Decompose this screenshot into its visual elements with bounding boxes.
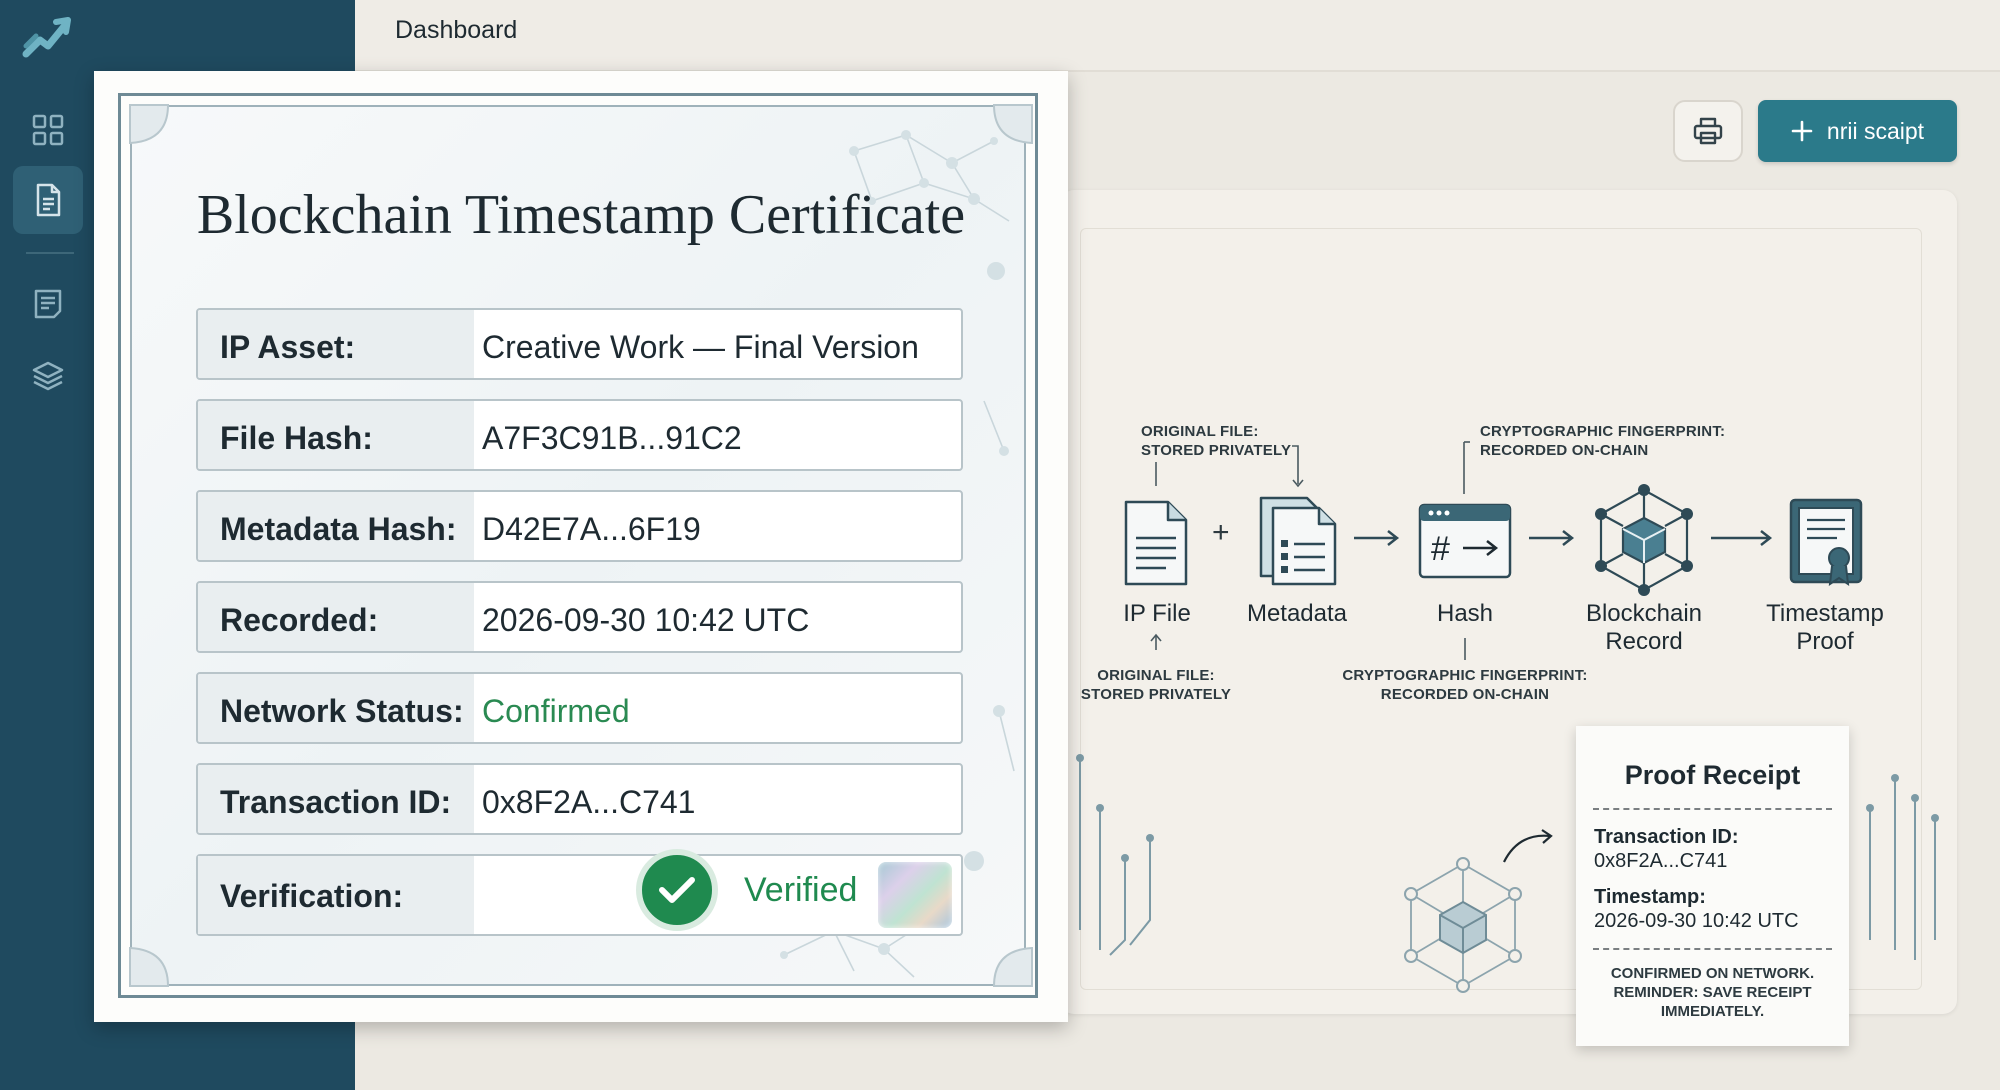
network-node-icon (1404, 857, 1522, 993)
cert-value[interactable]: A7F3C91B...91C2 (482, 420, 742, 457)
primary-action-label: nrii scaipt (1826, 117, 1925, 144)
cert-row-network-status: Network Status: Confirmed (196, 672, 963, 744)
page-title: Dashboard (395, 16, 518, 44)
hologram-seal-icon (878, 862, 952, 928)
receipt-title: Proof Receipt (1624, 760, 1801, 790)
cert-key-cell: File Hash: (198, 401, 474, 469)
primary-action-button[interactable]: nrii scaipt (1758, 100, 1957, 162)
certificate-icon (1789, 498, 1863, 587)
sidebar-divider (26, 252, 74, 254)
step-label-timestamp-proof: Timestamp Proof (1766, 600, 1884, 655)
cert-key-cell: Verification: (198, 856, 474, 934)
cert-row-metadata-hash: Metadata Hash: D42E7A...6F19 (196, 490, 963, 562)
cert-label: Recorded: (220, 602, 379, 638)
document-icon (36, 183, 61, 217)
receipt-timestamp-value: 2026-09-30 10:42 UTC (1594, 910, 1799, 932)
cert-key-cell: Metadata Hash: (198, 492, 474, 560)
receipt-timestamp-label: Timestamp: (1594, 886, 1706, 908)
verified-text: Verified (744, 870, 858, 909)
receipt-footer: CONFIRMED ON NETWORK. REMINDER: SAVE REC… (1610, 965, 1815, 1020)
cert-value[interactable]: 0x8F2A...C741 (482, 784, 695, 821)
step-label-ip-file: IP File (1123, 600, 1191, 627)
arrow-icon (1354, 530, 1400, 546)
cert-key-cell: Network Status: (198, 674, 474, 742)
sidebar-item-layers[interactable] (13, 342, 83, 410)
check-circle-icon (636, 849, 718, 931)
receipt-tx-label: Transaction ID: (1594, 826, 1739, 848)
printer-icon (1693, 117, 1723, 145)
arrow-icon (1711, 530, 1773, 546)
receipt-divider (1593, 948, 1832, 950)
plus-connector-icon: + (1212, 516, 1230, 549)
sidebar-item-reports[interactable] (13, 270, 83, 338)
app-logo-icon[interactable] (22, 10, 76, 62)
receipt-divider (1593, 808, 1832, 810)
cert-row-file-hash: File Hash: A7F3C91B...91C2 (196, 399, 963, 471)
hash-icon: # (1418, 503, 1512, 579)
cert-label: Transaction ID: (220, 784, 452, 820)
cert-label: IP Asset: (220, 329, 356, 365)
sidebar-item-dashboard[interactable] (13, 96, 83, 164)
print-button[interactable] (1673, 100, 1743, 162)
svg-text:#: # (1431, 530, 1450, 568)
top-bar: Dashboard (355, 0, 2000, 72)
cert-row-recorded: Recorded: 2026-09-30 10:42 UTC (196, 581, 963, 653)
cert-value: 2026-09-30 10:42 UTC (482, 602, 810, 638)
cert-label: Metadata Hash: (220, 511, 457, 547)
blockchain-icon (1595, 484, 1693, 596)
timestamp-certificate: Blockchain Timestamp Certificate IP Asse… (94, 71, 1068, 1022)
layers-icon (32, 361, 64, 391)
cert-row-ip-asset: IP Asset: Creative Work — Final Version (196, 308, 963, 380)
file-icon (1124, 500, 1188, 586)
report-icon (34, 289, 62, 319)
cert-key-cell: IP Asset: (198, 310, 474, 378)
plus-icon (1791, 120, 1813, 142)
note-fingerprint-bottom: CRYPTOGRAPHIC FINGERPRINT: RECORDED ON-C… (1342, 667, 1588, 703)
receipt-tx-value: 0x8F2A...C741 (1594, 850, 1728, 872)
cert-label: File Hash: (220, 420, 373, 456)
cert-label: Network Status: (220, 693, 464, 729)
cert-key-cell: Transaction ID: (198, 765, 474, 833)
cert-value: Creative Work — Final Version (482, 329, 919, 365)
network-status-value: Confirmed (482, 693, 630, 729)
step-label-metadata: Metadata (1246, 600, 1348, 627)
cert-row-transaction-id: Transaction ID: 0x8F2A...C741 (196, 763, 963, 835)
grid-icon (32, 114, 64, 146)
step-label-hash: Hash (1436, 600, 1494, 627)
metadata-icon (1259, 496, 1337, 586)
cert-label: Verification: (220, 878, 404, 914)
certificate-title: Blockchain Timestamp Certificate (196, 184, 966, 246)
arrow-icon (1529, 530, 1575, 546)
cert-key-cell: Recorded: (198, 583, 474, 651)
note-original-file-bottom: ORIGINAL FILE: STORED PRIVATELY (1080, 667, 1232, 703)
proof-receipt[interactable]: Proof Receipt Transaction ID: 0x8F2A...C… (1576, 726, 1849, 1046)
curved-arrow-icon (1503, 829, 1553, 863)
cert-row-verification: Verification: Verified (196, 849, 963, 936)
sidebar-item-documents[interactable] (13, 166, 83, 234)
cert-value[interactable]: D42E7A...6F19 (482, 511, 701, 548)
verified-badge: Verified (636, 844, 857, 936)
step-label-blockchain-record: Blockchain Record (1585, 600, 1703, 655)
